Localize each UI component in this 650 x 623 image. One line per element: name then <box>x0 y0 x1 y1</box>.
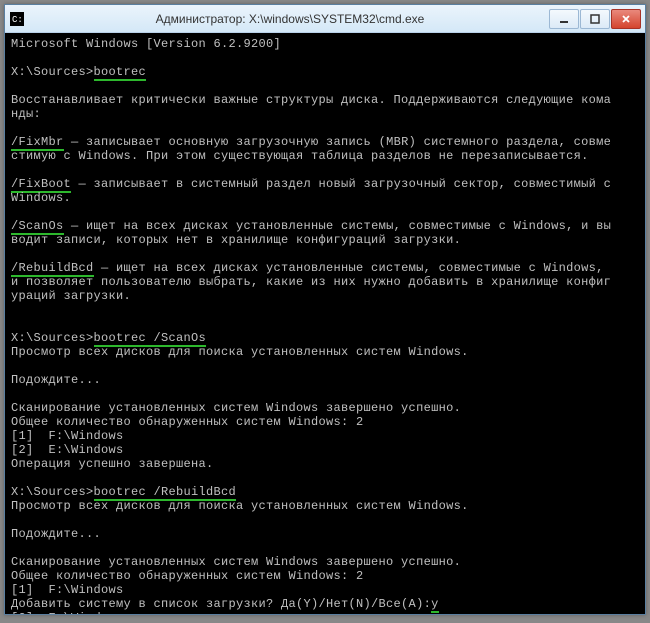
terminal-output[interactable]: Microsoft Windows [Version 6.2.9200] X:\… <box>5 33 645 614</box>
list-item: [2] E:\Windows <box>11 611 639 614</box>
minimize-button[interactable] <box>549 9 579 29</box>
prompt-line-3: X:\Sources>bootrec /RebuildBcd <box>11 485 639 499</box>
titlebar[interactable]: C: Администратор: X:\windows\SYSTEM32\cm… <box>5 5 645 33</box>
window-controls <box>549 9 641 29</box>
close-button[interactable] <box>611 9 641 29</box>
bootrec-cmd: bootrec <box>94 65 147 81</box>
user-input-y: y <box>431 597 439 613</box>
fixboot-line: /FixBoot — записывает в системный раздел… <box>11 177 639 191</box>
window-title: Администратор: X:\windows\SYSTEM32\cmd.e… <box>31 12 549 26</box>
list-item: [1] F:\Windows <box>11 583 639 597</box>
svg-text:C:: C: <box>12 15 23 25</box>
prompt-line-2: X:\Sources>bootrec /ScanOs <box>11 331 639 345</box>
cmd-window: C: Администратор: X:\windows\SYSTEM32\cm… <box>4 4 646 615</box>
list-item: [1] F:\Windows <box>11 429 639 443</box>
rebuildbcd-line: /RebuildBcd — ищет на всех дисках устано… <box>11 261 639 275</box>
fixmbr-line: /FixMbr — записывает основную загрузочну… <box>11 135 639 149</box>
scanos-line: /ScanOs — ищет на всех дисках установлен… <box>11 219 639 233</box>
cmd-icon: C: <box>9 11 25 27</box>
add-prompt-1: Добавить систему в список загрузки? Да(Y… <box>11 597 639 611</box>
version-line: Microsoft Windows [Version 6.2.9200] <box>11 37 639 51</box>
desc-header: Восстанавливает критически важные структ… <box>11 93 639 107</box>
maximize-button[interactable] <box>580 9 610 29</box>
list-item: [2] E:\Windows <box>11 443 639 457</box>
prompt-line-1: X:\Sources>bootrec <box>11 65 639 79</box>
